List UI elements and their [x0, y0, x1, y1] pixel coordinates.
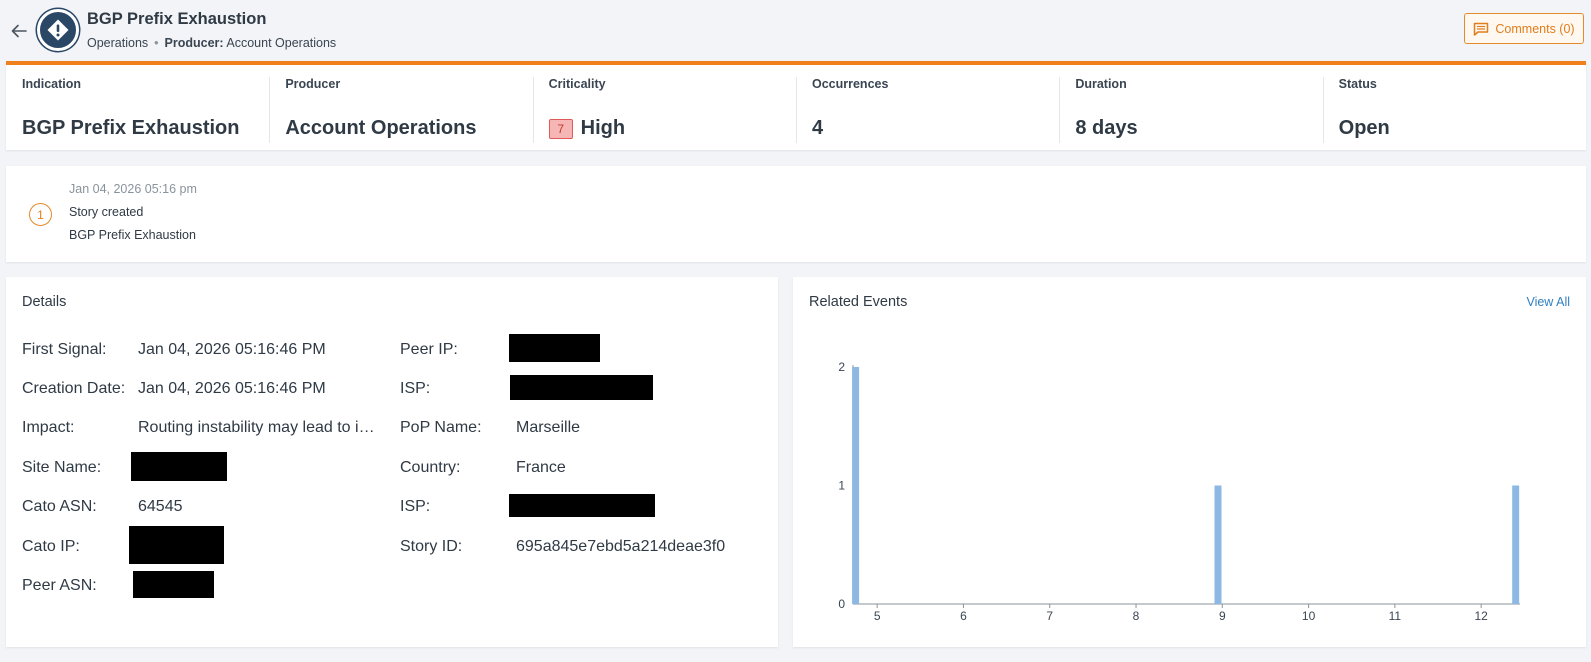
bar — [852, 367, 860, 604]
summary-label: Criticality — [548, 77, 606, 91]
x-tick-label: 9 — [1219, 609, 1226, 623]
story-summary: Indication BGP Prefix Exhaustion Produce… — [6, 61, 1586, 150]
creation-date-value: Jan 04, 2026 05:16:46 PM — [138, 380, 326, 397]
comments-label: Comments (0) — [1495, 21, 1575, 36]
peer-asn-label: Peer ASN: — [22, 577, 97, 594]
redacted-peer-asn — [133, 571, 214, 598]
story-type-icon — [37, 9, 79, 51]
x-tick-label: 8 — [1133, 609, 1140, 623]
details-card: Details First Signal: Jan 04, 2026 05:16… — [6, 277, 778, 647]
details-title: Details — [22, 294, 67, 310]
summary-criticality: Criticality 7 High — [532, 65, 796, 150]
bar — [1512, 485, 1520, 604]
page-header: BGP Prefix Exhaustion Operations • Produce… — [0, 0, 1591, 60]
y-tick-label: 2 — [838, 360, 845, 374]
redacted-site-name — [131, 452, 227, 481]
y-tick-label: 1 — [838, 479, 845, 493]
summary-label: Status — [1338, 77, 1377, 91]
x-tick-label: 5 — [874, 609, 881, 623]
pop-name-label: PoP Name: — [400, 419, 482, 436]
summary-value: 4 — [811, 117, 824, 139]
story-id-value: 695a845e7ebd5a214deae3f0 — [516, 538, 726, 555]
summary-label: Occurrences — [811, 77, 889, 91]
breadcrumb-category: Operations — [87, 36, 149, 50]
redacted-cato-ip — [129, 526, 224, 564]
summary-occurrences: Occurrences 4 — [795, 65, 1059, 150]
redacted-isp-2 — [509, 494, 655, 517]
summary-value: Open — [1338, 117, 1390, 139]
isp-label-2: ISP: — [400, 498, 431, 515]
summary-value: 8 days — [1075, 117, 1138, 139]
timeline-event: Story created — [69, 205, 144, 219]
story-id-label: Story ID: — [400, 538, 463, 555]
alert-diamond-icon — [47, 19, 69, 41]
country-label: Country: — [400, 459, 461, 476]
impact-value: Routing instability may lead to intermit… — [138, 419, 383, 436]
criticality-text: High — [580, 117, 626, 139]
related-events-chart: 0125 6 7 8 9 10 11 12 — [838, 360, 1520, 623]
site-name-label: Site Name: — [22, 459, 102, 476]
cato-asn-value: 64545 — [138, 498, 183, 515]
x-tick-label: 12 — [1474, 609, 1488, 623]
summary-value: Account Operations — [285, 117, 477, 139]
breadcrumb-separator: • — [154, 36, 159, 50]
summary-duration: Duration 8 days — [1059, 65, 1322, 150]
comments-button[interactable]: Comments (0) — [1464, 13, 1584, 44]
summary-producer: Producer Account Operations — [269, 65, 532, 150]
producer-label: Producer: — [164, 36, 224, 50]
arrow-left-icon — [11, 24, 27, 38]
summary-indication: Indication BGP Prefix Exhaustion — [6, 65, 269, 150]
bar — [1214, 485, 1222, 604]
producer-value: Account Operations — [226, 36, 337, 50]
timeline-step-number: 1 — [29, 203, 52, 226]
back-button[interactable] — [8, 20, 30, 42]
country-value: France — [516, 459, 566, 476]
summary-label: Producer — [285, 77, 341, 91]
summary-label: Duration — [1075, 77, 1127, 91]
y-tick-label: 0 — [838, 597, 845, 611]
summary-value: BGP Prefix Exhaustion — [22, 117, 240, 139]
cato-asn-label: Cato ASN: — [22, 498, 97, 515]
pop-name-value: Marseille — [516, 419, 581, 436]
x-tick-label: 11 — [1389, 609, 1402, 623]
x-tick-label: 7 — [1046, 609, 1053, 623]
breadcrumb: Operations • Producer: Account Operations — [87, 36, 336, 50]
cato-ip-label: Cato IP: — [22, 538, 80, 555]
isp-label: ISP: — [400, 380, 431, 397]
x-tick-label: 10 — [1302, 609, 1316, 623]
peer-ip-label: Peer IP: — [400, 341, 458, 358]
criticality-badge: 7 — [548, 118, 573, 139]
redacted-isp — [510, 375, 653, 400]
impact-label: Impact: — [22, 419, 75, 436]
x-tick-label: 6 — [960, 609, 967, 623]
first-signal-label: First Signal: — [22, 341, 107, 358]
redacted-peer-ip — [509, 334, 600, 362]
related-events-card: Related Events View All 0 1 2 5 6 7 8 9 10 11 12 — [793, 277, 1586, 647]
timeline-description: BGP Prefix Exhaustion — [69, 228, 196, 242]
page-title: BGP Prefix Exhaustion — [87, 10, 267, 28]
timeline-date: Jan 04, 2026 05:16 pm — [69, 182, 197, 196]
comment-icon — [1474, 22, 1489, 36]
story-timeline: 1 Jan 04, 2026 05:16 pm Story created BG… — [6, 166, 1586, 262]
summary-status: Status Open — [1322, 65, 1586, 150]
summary-label: Indication — [22, 77, 82, 91]
first-signal-value: Jan 04, 2026 05:16:46 PM — [138, 341, 326, 358]
criticality-value: 7 High — [548, 117, 626, 140]
creation-date-label: Creation Date: — [22, 380, 126, 397]
